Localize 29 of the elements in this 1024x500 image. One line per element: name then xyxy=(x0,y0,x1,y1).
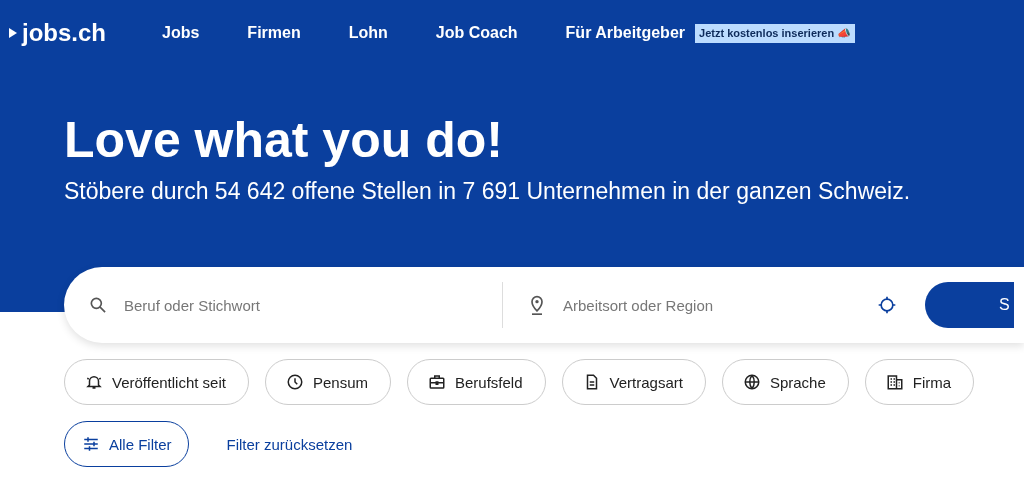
filter-chip[interactable]: Sprache xyxy=(721,359,849,405)
keyword-field[interactable]: Beruf oder Stichwort xyxy=(122,295,426,315)
nav-link[interactable]: Firmen xyxy=(247,24,301,42)
locate-icon[interactable] xyxy=(877,295,897,315)
search-button[interactable]: S xyxy=(925,282,1014,328)
search-icon xyxy=(88,295,108,315)
nav-link[interactable]: Für Arbeitgeber xyxy=(565,24,685,42)
play-icon xyxy=(8,27,18,39)
nav-link[interactable]: Job Coach xyxy=(435,24,518,42)
reset-filters-link[interactable]: Filter zurücksetzen xyxy=(226,435,353,453)
hero-title: Love what you do! xyxy=(64,111,504,170)
filter-chip[interactable]: Firma xyxy=(864,359,975,405)
building-icon xyxy=(885,373,904,391)
hero-subtitle: Stöbere durch 54 642 offene Stellen in 7 691 Unternehmen in der ganzen Schweiz. xyxy=(64,178,912,205)
all-filters-button[interactable]: Alle Filter xyxy=(64,421,189,467)
filter-chip[interactable]: Veröffentlicht seit xyxy=(64,359,249,405)
nav-link[interactable]: Jobs xyxy=(162,24,200,42)
location-field[interactable]: Arbeitsort oder Region xyxy=(561,295,865,315)
filter-chip[interactable]: Pensum xyxy=(264,359,391,405)
nav-link[interactable]: Lohn xyxy=(348,24,388,42)
promo-badge[interactable]: Jetzt kostenlos inserieren 📣 xyxy=(695,23,856,43)
globe-icon xyxy=(742,373,761,391)
clock-icon xyxy=(285,373,304,391)
briefcase-icon xyxy=(428,373,446,391)
bell-icon xyxy=(85,373,103,391)
filter-chip[interactable]: Vertragsart xyxy=(561,359,706,405)
logo[interactable]: jobs.ch xyxy=(8,19,106,47)
sliders-icon xyxy=(81,435,101,453)
filter-chip[interactable]: Berufsfeld xyxy=(407,359,546,405)
